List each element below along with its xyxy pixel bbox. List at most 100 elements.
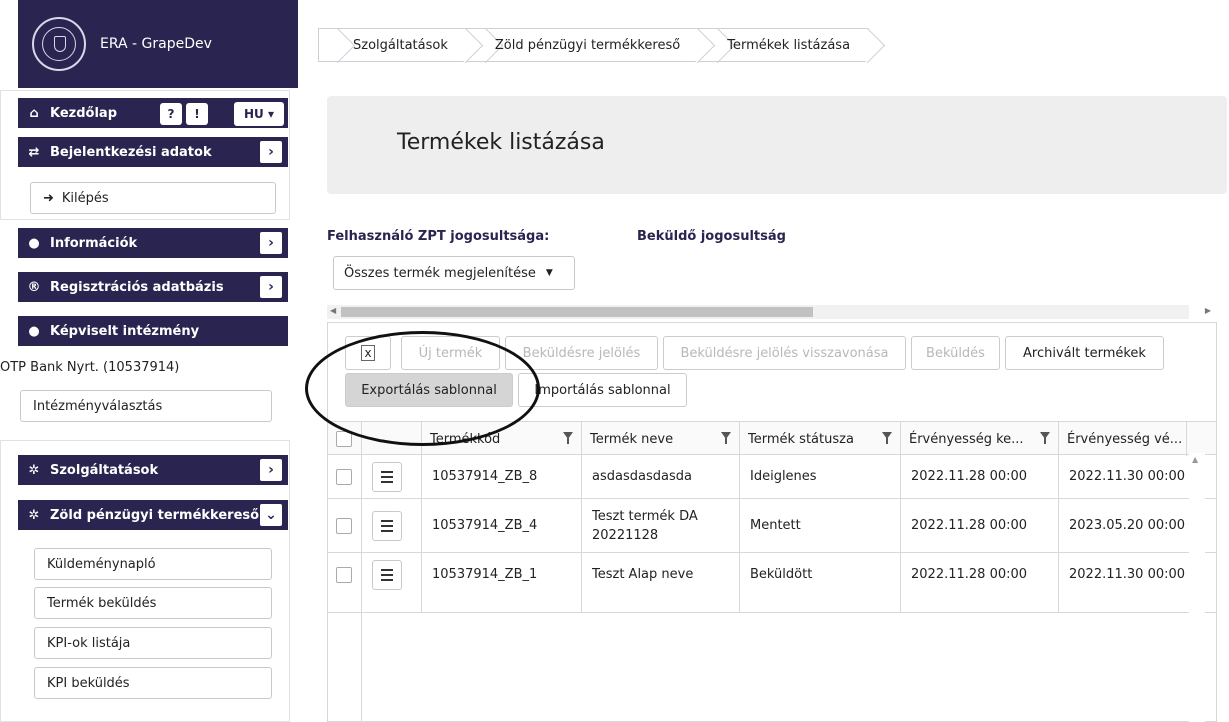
cell-status: Mentett: [739, 499, 900, 552]
import-template-button[interactable]: Importálás sablonnal: [518, 373, 687, 407]
table-row[interactable]: 10537914_ZB_1 Teszt Alap neve Beküldött …: [328, 553, 1216, 613]
mark-for-submit-button[interactable]: Beküldésre jelölés: [505, 336, 658, 370]
breadcrumb-item-services[interactable]: Szolgáltatások: [318, 28, 467, 62]
row-checkbox[interactable]: [336, 469, 352, 485]
gear-icon: ✲: [28, 462, 40, 478]
horizontal-scrollbar[interactable]: ◀ ▶: [327, 305, 1211, 319]
sidebar-sub-item-product-submit[interactable]: Termék beküldés: [34, 587, 272, 619]
row-menu-button[interactable]: [372, 560, 402, 590]
chevron-right-icon[interactable]: ›: [260, 459, 282, 481]
submit-button[interactable]: Beküldés: [911, 336, 1000, 370]
cell-code: 10537914_ZB_1: [421, 553, 581, 612]
cell-name: Teszt Alap neve: [581, 553, 739, 612]
column-header-code[interactable]: Termékkód: [421, 422, 581, 456]
breadcrumb-item-green-search[interactable]: Zöld pénzügyi termékkereső: [465, 28, 700, 62]
cell-valid-to: 2022.11.30 00:00: [1058, 455, 1186, 498]
sidebar-sub-item-shipment-log[interactable]: Küldeménynapló: [34, 548, 272, 580]
cell-valid-from: 2022.11.28 00:00: [900, 499, 1058, 552]
institution-select-button[interactable]: Intézményválasztás: [20, 390, 272, 422]
header-spacer: [1186, 422, 1216, 456]
cell-valid-from: 2022.11.28 00:00: [900, 455, 1058, 498]
row-menu-button[interactable]: [372, 511, 402, 541]
select-all-cell: [328, 422, 361, 456]
sidebar-item-institution: ● Képviselt intézmény: [18, 316, 288, 346]
product-grid: x Új termék Beküldésre jelölés Beküldésr…: [327, 322, 1217, 722]
sidebar-sub-item-kpi-submit[interactable]: KPI beküldés: [34, 667, 272, 699]
brand-header[interactable]: ERA - GrapeDev: [18, 0, 298, 88]
new-product-button[interactable]: Új termék: [401, 336, 500, 370]
actions-header: [361, 422, 421, 456]
home-icon: ⌂: [29, 105, 39, 121]
export-template-button[interactable]: Exportálás sablonnal: [345, 373, 513, 407]
column-header-status[interactable]: Termék státusza: [739, 422, 900, 456]
select-all-checkbox[interactable]: [336, 431, 352, 447]
chevron-right-icon[interactable]: ›: [260, 232, 282, 254]
chevron-right-icon[interactable]: ›: [260, 276, 282, 298]
vertical-scrollbar[interactable]: ▲: [1189, 453, 1205, 722]
cell-name: Teszt termék DA 20221128: [581, 499, 739, 552]
sidebar-item-green-search[interactable]: ✲ Zöld pénzügyi termékkereső ⌄: [18, 500, 288, 530]
chevron-down-icon[interactable]: ⌄: [260, 504, 282, 526]
logout-icon: ➜: [43, 190, 54, 206]
column-header-name[interactable]: Termék neve: [581, 422, 739, 456]
gear-icon: ✲: [28, 507, 40, 523]
scroll-up-icon[interactable]: ▲: [1192, 455, 1198, 464]
user-icon: ●: [28, 323, 40, 339]
row-checkbox[interactable]: [336, 567, 352, 583]
sidebar-item-services[interactable]: ✲ Szolgáltatások ›: [18, 455, 288, 485]
permission-label: Felhasználó ZPT jogosultsága:: [327, 229, 550, 244]
column-divider: [361, 613, 362, 722]
sidebar-sub-item-kpi-list[interactable]: KPI-ok listája: [34, 627, 272, 659]
top-bar: ERA - GrapeDev Szolgáltatások Zöld pénzü…: [0, 0, 1229, 90]
institution-name: OTP Bank Nyrt. (10537914): [0, 360, 180, 375]
table-row[interactable]: 10537914_ZB_8 asdasdasdasda Ideiglenes 2…: [328, 455, 1216, 499]
filter-icon[interactable]: [721, 432, 731, 444]
app-title: ERA - GrapeDev: [100, 36, 212, 52]
page-title-panel: Termékek listázása: [327, 96, 1227, 194]
column-header-valid-to[interactable]: Érvényesség vé...: [1058, 422, 1186, 456]
sidebar-item-registry[interactable]: ® Regisztrációs adatbázis ›: [18, 272, 288, 302]
cell-valid-to: 2022.11.30 00:00: [1058, 553, 1186, 612]
swap-icon: ⇄: [28, 144, 40, 160]
sidebar-item-login-data[interactable]: ⇄ Bejelentkezési adatok ›: [18, 137, 288, 167]
logout-button[interactable]: ➜ Kilépés: [30, 182, 276, 214]
breadcrumb-item-product-list[interactable]: Termékek listázása: [698, 28, 870, 62]
excel-export-button[interactable]: x: [345, 336, 391, 370]
language-select[interactable]: HU ▾: [234, 102, 284, 126]
table-header: Termékkód Termék neve Termék státusza Ér…: [328, 421, 1216, 456]
cell-name: asdasdasdasda: [581, 455, 739, 498]
registered-icon: ®: [27, 279, 41, 295]
filter-icon[interactable]: [1040, 432, 1050, 444]
sidebar-item-info[interactable]: ● Információk ›: [18, 228, 288, 258]
cell-valid-to: 2023.05.20 00:00: [1058, 499, 1186, 552]
archived-products-button[interactable]: Archivált termékek: [1005, 336, 1164, 370]
permission-value: Beküldő jogosultság: [637, 229, 786, 244]
cell-status: Ideiglenes: [739, 455, 900, 498]
cell-code: 10537914_ZB_4: [421, 499, 581, 552]
chevron-right-icon[interactable]: ›: [260, 141, 282, 163]
table-row[interactable]: 10537914_ZB_4 Teszt termék DA 20221128 M…: [328, 499, 1216, 553]
row-checkbox[interactable]: [336, 518, 352, 534]
cell-status: Beküldött: [739, 553, 900, 612]
sidebar-item-home[interactable]: ⌂ Kezdőlap ? ! HU ▾: [18, 98, 288, 128]
info-circle-icon[interactable]: !: [186, 103, 208, 125]
page-title: Termékek listázása: [397, 130, 605, 155]
product-filter-select[interactable]: Összes termék megjelenítése ▼: [333, 256, 575, 290]
sidebar: ⌂ Kezdőlap ? ! HU ▾ ⇄ Bejelentkezési ada…: [0, 90, 290, 722]
scrollbar-thumb[interactable]: [341, 307, 813, 317]
caret-down-icon: ▼: [545, 268, 553, 278]
column-header-valid-from[interactable]: Érvényesség ke...: [900, 422, 1058, 456]
cell-valid-from: 2022.11.28 00:00: [900, 553, 1058, 612]
help-icon[interactable]: ?: [160, 103, 182, 125]
scroll-right-icon[interactable]: ▶: [1205, 306, 1211, 315]
cell-code: 10537914_ZB_8: [421, 455, 581, 498]
filter-icon[interactable]: [563, 432, 573, 444]
filter-icon[interactable]: [882, 432, 892, 444]
row-menu-button[interactable]: [372, 462, 402, 492]
breadcrumb: Szolgáltatások Zöld pénzügyi termékkeres…: [318, 28, 870, 62]
scroll-left-icon[interactable]: ◀: [330, 306, 336, 315]
bank-logo-icon: [32, 17, 86, 71]
revoke-mark-button[interactable]: Beküldésre jelölés visszavonása: [663, 336, 906, 370]
excel-icon: x: [361, 345, 375, 361]
globe-icon: ●: [28, 235, 40, 251]
